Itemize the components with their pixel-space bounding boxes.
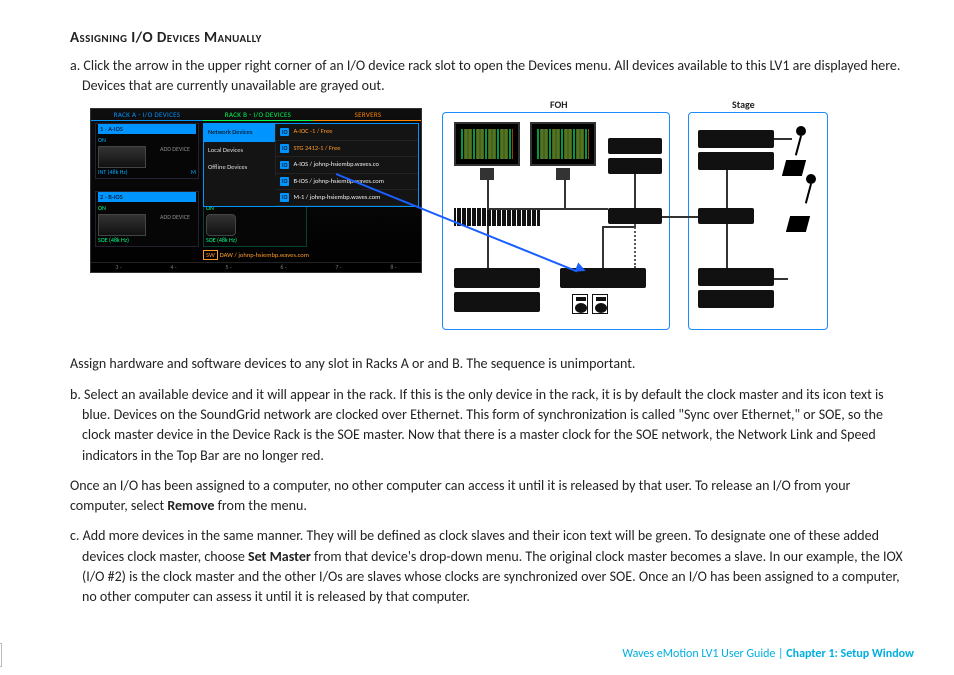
- paragraph-a: a. Click the arrow in the upper right co…: [70, 56, 910, 97]
- stage-rack: [698, 290, 774, 308]
- stage-rack: [698, 130, 774, 148]
- rack-a-header: RACK A - I/O DEVICES: [91, 109, 203, 121]
- menu-item[interactable]: IOSTG 2412-1 / Free: [276, 141, 418, 157]
- foh-label: FOH: [550, 98, 568, 113]
- menu-item[interactable]: IOA-IOC -1 / Free: [276, 124, 418, 140]
- stagebox-2: [608, 158, 662, 174]
- book-title: Waves eMotion LV1 User Guide | Chapter 1…: [622, 646, 914, 663]
- section-heading: Assigning I/O Devices Manually: [70, 28, 910, 50]
- remove-keyword: Remove: [167, 497, 214, 514]
- menu-item[interactable]: IOA-IOS / johnp-hsiembp.waves.co: [276, 157, 418, 173]
- page-number: 42: [0, 643, 2, 667]
- clock-label: SOE (48k Hz): [98, 236, 129, 246]
- speaker-icon: [572, 294, 588, 314]
- slot-status: ON: [98, 204, 106, 213]
- slot-1-title: 1 - A-IOS: [98, 124, 196, 134]
- monitor-1: [454, 122, 520, 166]
- rack-device: [560, 268, 646, 288]
- add-device-label: ADD DEVICE: [156, 214, 194, 221]
- menu-item[interactable]: IOB-IOS / johnp-hsiembp.waves.com: [276, 174, 418, 190]
- menu-cat-local[interactable]: Local Devices: [204, 142, 276, 159]
- switch-device: [608, 208, 662, 224]
- stagebox-1: [608, 138, 662, 154]
- devices-menu[interactable]: Network Devices Local Devices Offline De…: [203, 123, 419, 207]
- paragraph-c: c. Add more devices in the same manner. …: [70, 526, 910, 607]
- slot-numbers: 3 -4 - 5 -6 - 7 -8 -: [91, 262, 421, 272]
- rack-device: [454, 268, 540, 288]
- menu-item[interactable]: IOM-1 / johnp-hsiembp.waves.com: [276, 190, 418, 206]
- stage-label: Stage: [732, 98, 755, 113]
- clock-label: INT (48k Hz): [98, 168, 128, 178]
- paragraph-once: Once an I/O has been assigned to a compu…: [70, 476, 910, 517]
- slot-2-title: 2 - B-IOS: [98, 192, 196, 202]
- menu-cat-offline[interactable]: Offline Devices: [204, 159, 276, 176]
- rack-device: [454, 292, 540, 312]
- stage-rack: [698, 152, 774, 170]
- paragraph-assign: Assign hardware and software devices to …: [70, 354, 910, 374]
- soe-label: SOE (48k Hz): [206, 236, 237, 246]
- signal-flow-diagram: FOH Stage: [442, 108, 910, 338]
- stage-switch: [698, 208, 754, 224]
- servers-header: SERVERS: [313, 109, 422, 121]
- device-thumb: [98, 214, 146, 236]
- menu-cat-network[interactable]: Network Devices: [204, 124, 276, 141]
- stage-rack: [698, 268, 774, 286]
- daw-label: SWDAW / johnp-hsiembp.waves.com: [203, 251, 309, 260]
- speaker-icon: [592, 294, 608, 314]
- device-thumb: [206, 214, 236, 236]
- devices-menu-screenshot: RACK A - I/O DEVICES RACK B - I/O DEVICE…: [90, 108, 422, 273]
- rack-b-header: RACK B - I/O DEVICES: [203, 109, 313, 121]
- slot-status: ON: [98, 136, 106, 145]
- add-device-label: ADD DEVICE: [156, 146, 194, 153]
- paragraph-b: b. Select an available device and it wil…: [70, 385, 910, 466]
- page-footer: 42 Waves eMotion LV1 User Guide | Chapte…: [0, 643, 914, 667]
- set-master-keyword: Set Master: [248, 548, 311, 565]
- device-thumb: [98, 146, 146, 168]
- monitor-2: [530, 122, 596, 166]
- striped-device: [454, 208, 540, 226]
